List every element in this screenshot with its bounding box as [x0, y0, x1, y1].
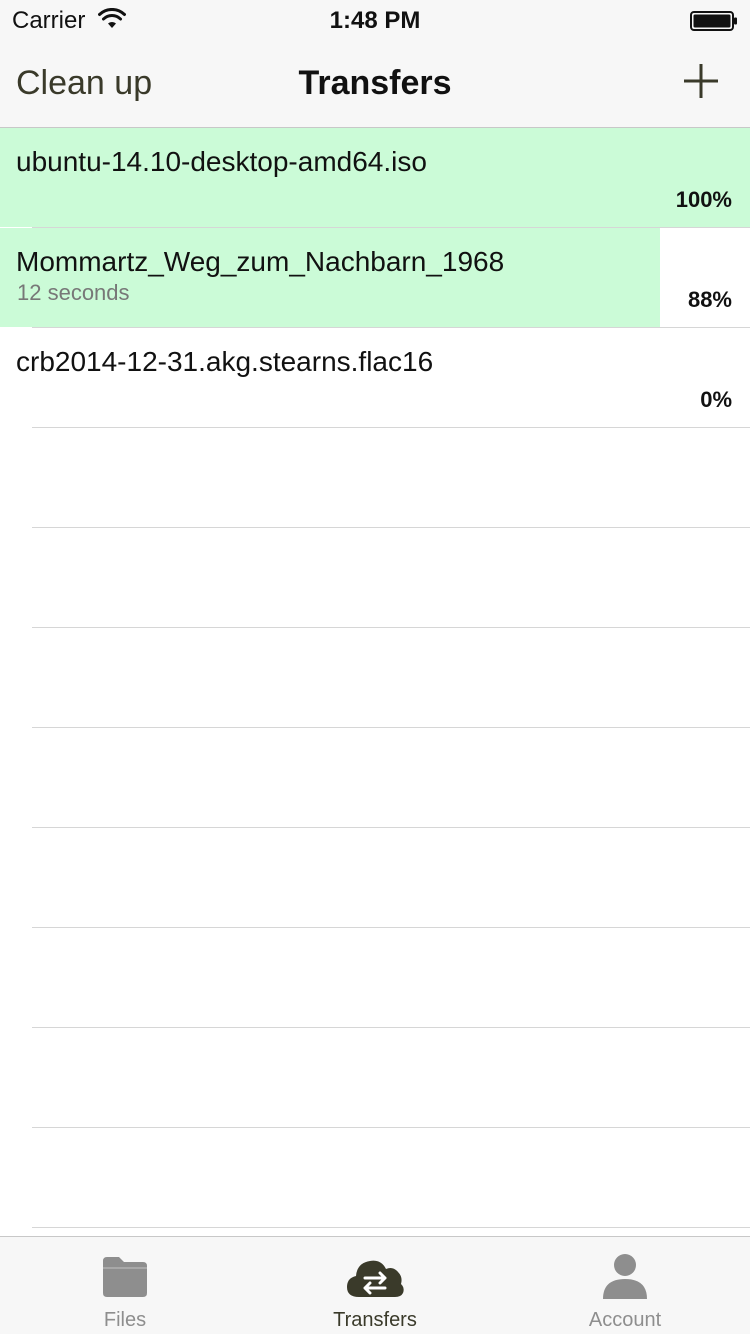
clean-up-button[interactable]: Clean up — [16, 64, 152, 103]
transfer-row[interactable]: ubuntu-14.10-desktop-amd64.iso 100% — [0, 128, 750, 228]
tab-files[interactable]: Files — [0, 1237, 250, 1334]
transfer-subtitle: 12 seconds — [17, 280, 130, 305]
transfer-name: crb2014-12-31.akg.stearns.flac16 — [16, 346, 434, 377]
person-icon — [603, 1254, 647, 1299]
empty-row — [0, 1028, 750, 1128]
cloud-transfer-icon — [347, 1260, 404, 1297]
status-time: 1:48 PM — [329, 7, 421, 34]
empty-row — [0, 928, 750, 1028]
empty-row — [0, 828, 750, 928]
tab-label: Files — [103, 1309, 147, 1331]
transfer-name: Mommartz_Weg_zum_Nachbarn_1968 — [16, 246, 505, 277]
tab-transfers[interactable]: Transfers — [250, 1237, 500, 1334]
tab-bar: Files Transfers Account — [0, 1236, 750, 1334]
transfer-row[interactable]: Mommartz_Weg_zum_Nachbarn_1968 12 second… — [0, 228, 750, 328]
tab-label: Account — [588, 1309, 662, 1331]
tab-account[interactable]: Account — [500, 1237, 750, 1334]
transfer-percent: 100% — [675, 187, 732, 212]
empty-row — [0, 628, 750, 728]
navigation-bar: Clean up Transfers — [0, 40, 750, 128]
transfer-row[interactable]: crb2014-12-31.akg.stearns.flac16 0% — [0, 328, 750, 428]
folder-icon — [103, 1257, 147, 1297]
empty-row — [0, 728, 750, 828]
row-divider — [32, 1227, 750, 1228]
transfer-name: ubuntu-14.10-desktop-amd64.iso — [16, 146, 427, 177]
battery-icon — [690, 11, 737, 31]
empty-row — [0, 528, 750, 628]
plus-icon[interactable] — [682, 62, 720, 100]
empty-row — [0, 428, 750, 528]
transfer-percent: 0% — [700, 387, 732, 412]
status-bar: Carrier 1:48 PM — [0, 0, 750, 40]
transfer-list: ubuntu-14.10-desktop-amd64.iso 100% Momm… — [0, 128, 750, 1228]
tab-label: Transfers — [333, 1309, 417, 1331]
transfer-percent: 88% — [687, 287, 732, 312]
empty-row — [0, 1128, 750, 1228]
